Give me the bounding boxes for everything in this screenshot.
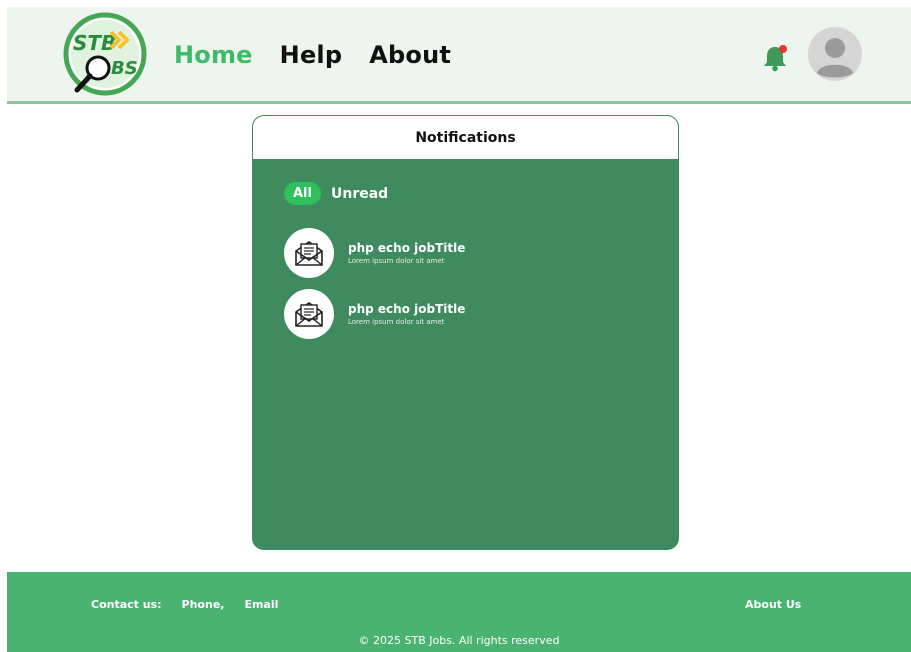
about-us-link[interactable]: About Us — [745, 598, 801, 611]
header: STB JOBS Home Help About — [7, 7, 911, 104]
nav-help-link[interactable]: Help — [280, 41, 343, 69]
email-link[interactable]: Email — [244, 598, 278, 611]
stb-jobs-logo[interactable]: STB JOBS — [63, 12, 147, 96]
notification-title: php echo jobTitle — [348, 302, 466, 316]
user-avatar[interactable] — [808, 27, 862, 81]
mail-open-icon — [284, 289, 334, 339]
notifications-title: Notifications — [253, 116, 678, 159]
copyright-text: © 2025 STB Jobs. All rights reserved — [358, 634, 560, 647]
notification-bell-icon[interactable] — [760, 43, 790, 73]
notification-subtitle: Lorem ipsum dolor sit amet — [348, 257, 445, 265]
footer: Contact us: Phone, Email About Us © 2025… — [7, 572, 911, 652]
notification-subtitle: Lorem ipsum dolor sit amet — [348, 318, 445, 326]
svg-text:STB: STB — [73, 31, 116, 55]
contact-label: Contact us: — [91, 598, 162, 611]
notifications-panel: Notifications All Unread php echo jobTit… — [252, 115, 679, 550]
mail-open-icon — [284, 228, 334, 278]
nav-home-link[interactable]: Home — [174, 41, 253, 69]
phone-link[interactable]: Phone, — [182, 598, 225, 611]
tab-all[interactable]: All — [284, 182, 321, 205]
notification-item[interactable]: php echo jobTitle Lorem ipsum dolor sit … — [284, 228, 644, 278]
notification-item[interactable]: php echo jobTitle Lorem ipsum dolor sit … — [284, 289, 644, 339]
notification-title: php echo jobTitle — [348, 241, 466, 255]
tab-unread[interactable]: Unread — [331, 186, 388, 202]
notification-filter-tabs: All Unread — [284, 182, 388, 205]
footer-contact: Contact us: Phone, Email — [91, 598, 278, 611]
main-nav: Home Help About — [174, 41, 451, 69]
nav-about-link[interactable]: About — [369, 41, 451, 69]
